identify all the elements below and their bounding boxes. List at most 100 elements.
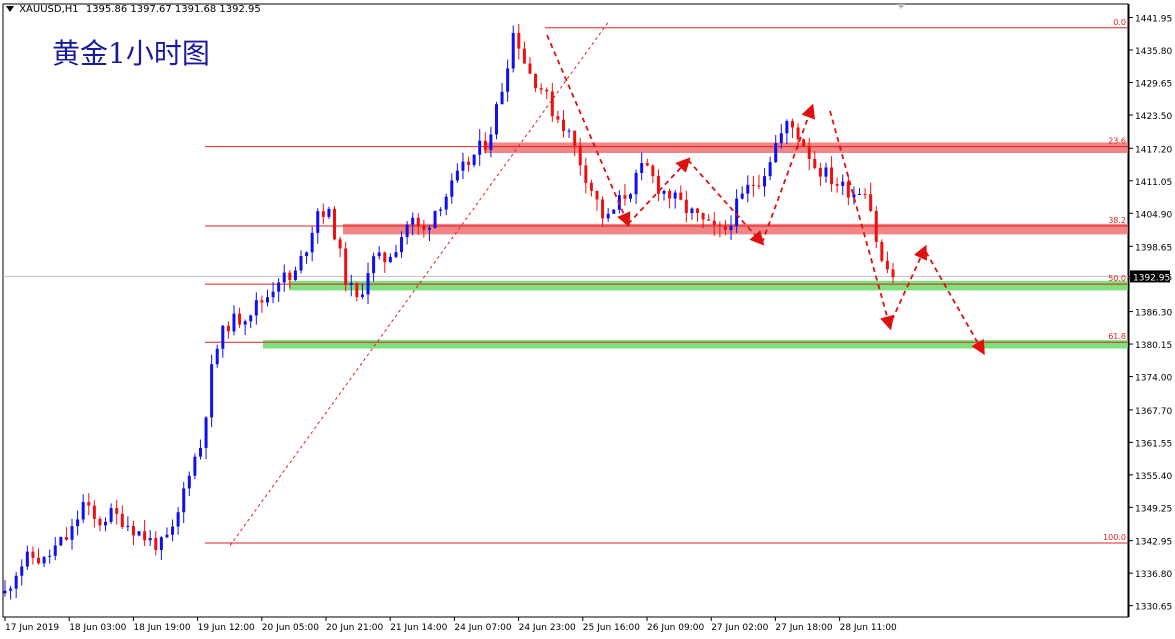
candle-body	[355, 282, 359, 297]
candle-body	[204, 417, 208, 448]
candle-body	[344, 248, 348, 285]
candle-body	[299, 256, 303, 271]
y-tick-label: 1429.65	[1135, 79, 1172, 89]
candle-body	[243, 321, 247, 325]
y-tick-label: 1441.95	[1135, 14, 1172, 24]
price-chart[interactable]: 1441.95 1435.80 1429.65 1423.50 1417.20 1411.…	[0, 0, 1175, 639]
candle-body	[210, 364, 214, 418]
candle	[143, 519, 147, 546]
candle	[293, 266, 297, 281]
candle-body	[198, 447, 202, 457]
candle	[656, 169, 660, 202]
candle	[9, 585, 13, 600]
candle	[131, 520, 135, 546]
candle	[148, 530, 152, 546]
candle	[478, 129, 482, 166]
candle-body	[455, 170, 459, 181]
candle-body	[360, 294, 364, 297]
candle-body	[254, 300, 258, 316]
candle	[92, 500, 96, 528]
y-tick-label: 1342.95	[1135, 538, 1172, 548]
candle-body	[673, 192, 677, 199]
candle	[673, 189, 677, 209]
candle-body	[891, 269, 895, 278]
candle	[522, 41, 526, 64]
candle	[20, 559, 24, 586]
x-tick-label: 20 Jun 21:00	[326, 623, 383, 633]
x-tick-label: 27 Jun 18:00	[775, 623, 832, 633]
y-tick-label: 1361.55	[1135, 439, 1172, 449]
candle	[517, 23, 521, 60]
y-tick-label: 1380.15	[1135, 341, 1172, 351]
candle	[305, 251, 309, 264]
candle-body	[545, 89, 549, 92]
candle-body	[807, 145, 811, 159]
x-tick-label: 17 Jun 2019	[5, 623, 59, 633]
candle-body	[372, 256, 376, 274]
candle	[366, 262, 370, 305]
candle	[42, 556, 46, 567]
candle	[629, 192, 633, 203]
y-tick-label: 1367.70	[1135, 407, 1172, 417]
candle	[254, 292, 258, 325]
scenario-arrow	[925, 251, 985, 356]
candle	[818, 162, 822, 187]
candle-body	[707, 219, 711, 221]
candle-body	[131, 525, 135, 536]
candle	[662, 189, 666, 201]
candle	[37, 548, 41, 565]
candle-body	[20, 566, 24, 576]
candle-body	[634, 172, 638, 195]
candle	[249, 314, 253, 329]
candle	[215, 344, 219, 368]
candle	[863, 188, 867, 200]
candle-body	[768, 162, 772, 177]
candle	[467, 156, 471, 172]
candle	[299, 250, 303, 274]
candle	[751, 175, 755, 197]
candle	[450, 173, 454, 204]
candle	[238, 307, 242, 328]
candle	[455, 163, 459, 183]
candle-body	[76, 519, 80, 527]
candle	[48, 549, 52, 564]
candle-body	[59, 537, 63, 546]
candle-body	[774, 143, 778, 163]
candle	[221, 324, 225, 358]
candle-body	[461, 161, 465, 171]
candle-body	[176, 512, 180, 527]
candle	[400, 231, 404, 259]
scroll-marker-icon	[897, 4, 905, 9]
candle	[422, 219, 426, 238]
candle-body	[522, 48, 526, 64]
candle-body	[305, 252, 309, 257]
candle-body	[171, 526, 175, 535]
y-tick-label: 1386.30	[1135, 309, 1172, 319]
candle-body	[824, 167, 828, 177]
candle	[634, 169, 638, 204]
candle-body	[740, 193, 744, 199]
candle-body	[796, 127, 800, 140]
candle	[372, 252, 376, 282]
candle	[271, 281, 275, 304]
candle	[846, 175, 850, 206]
candle	[31, 546, 35, 565]
x-tick-label: 25 Jun 16:00	[583, 623, 640, 633]
candle	[355, 282, 359, 302]
candle-body	[467, 161, 471, 165]
candle-body	[394, 252, 398, 257]
y-tick-label: 1411.05	[1135, 178, 1172, 188]
candle-body	[221, 325, 225, 349]
candle	[3, 580, 7, 597]
candle-body	[53, 545, 57, 556]
candle	[388, 253, 392, 263]
candle	[159, 536, 163, 560]
candle-body	[416, 217, 420, 226]
candle	[176, 507, 180, 535]
candle-body	[316, 211, 320, 233]
candle-body	[366, 273, 370, 295]
candle-body	[400, 237, 404, 253]
candle-body	[215, 348, 219, 365]
fib-label: 0.0	[1113, 18, 1126, 27]
candle-body	[723, 226, 727, 231]
